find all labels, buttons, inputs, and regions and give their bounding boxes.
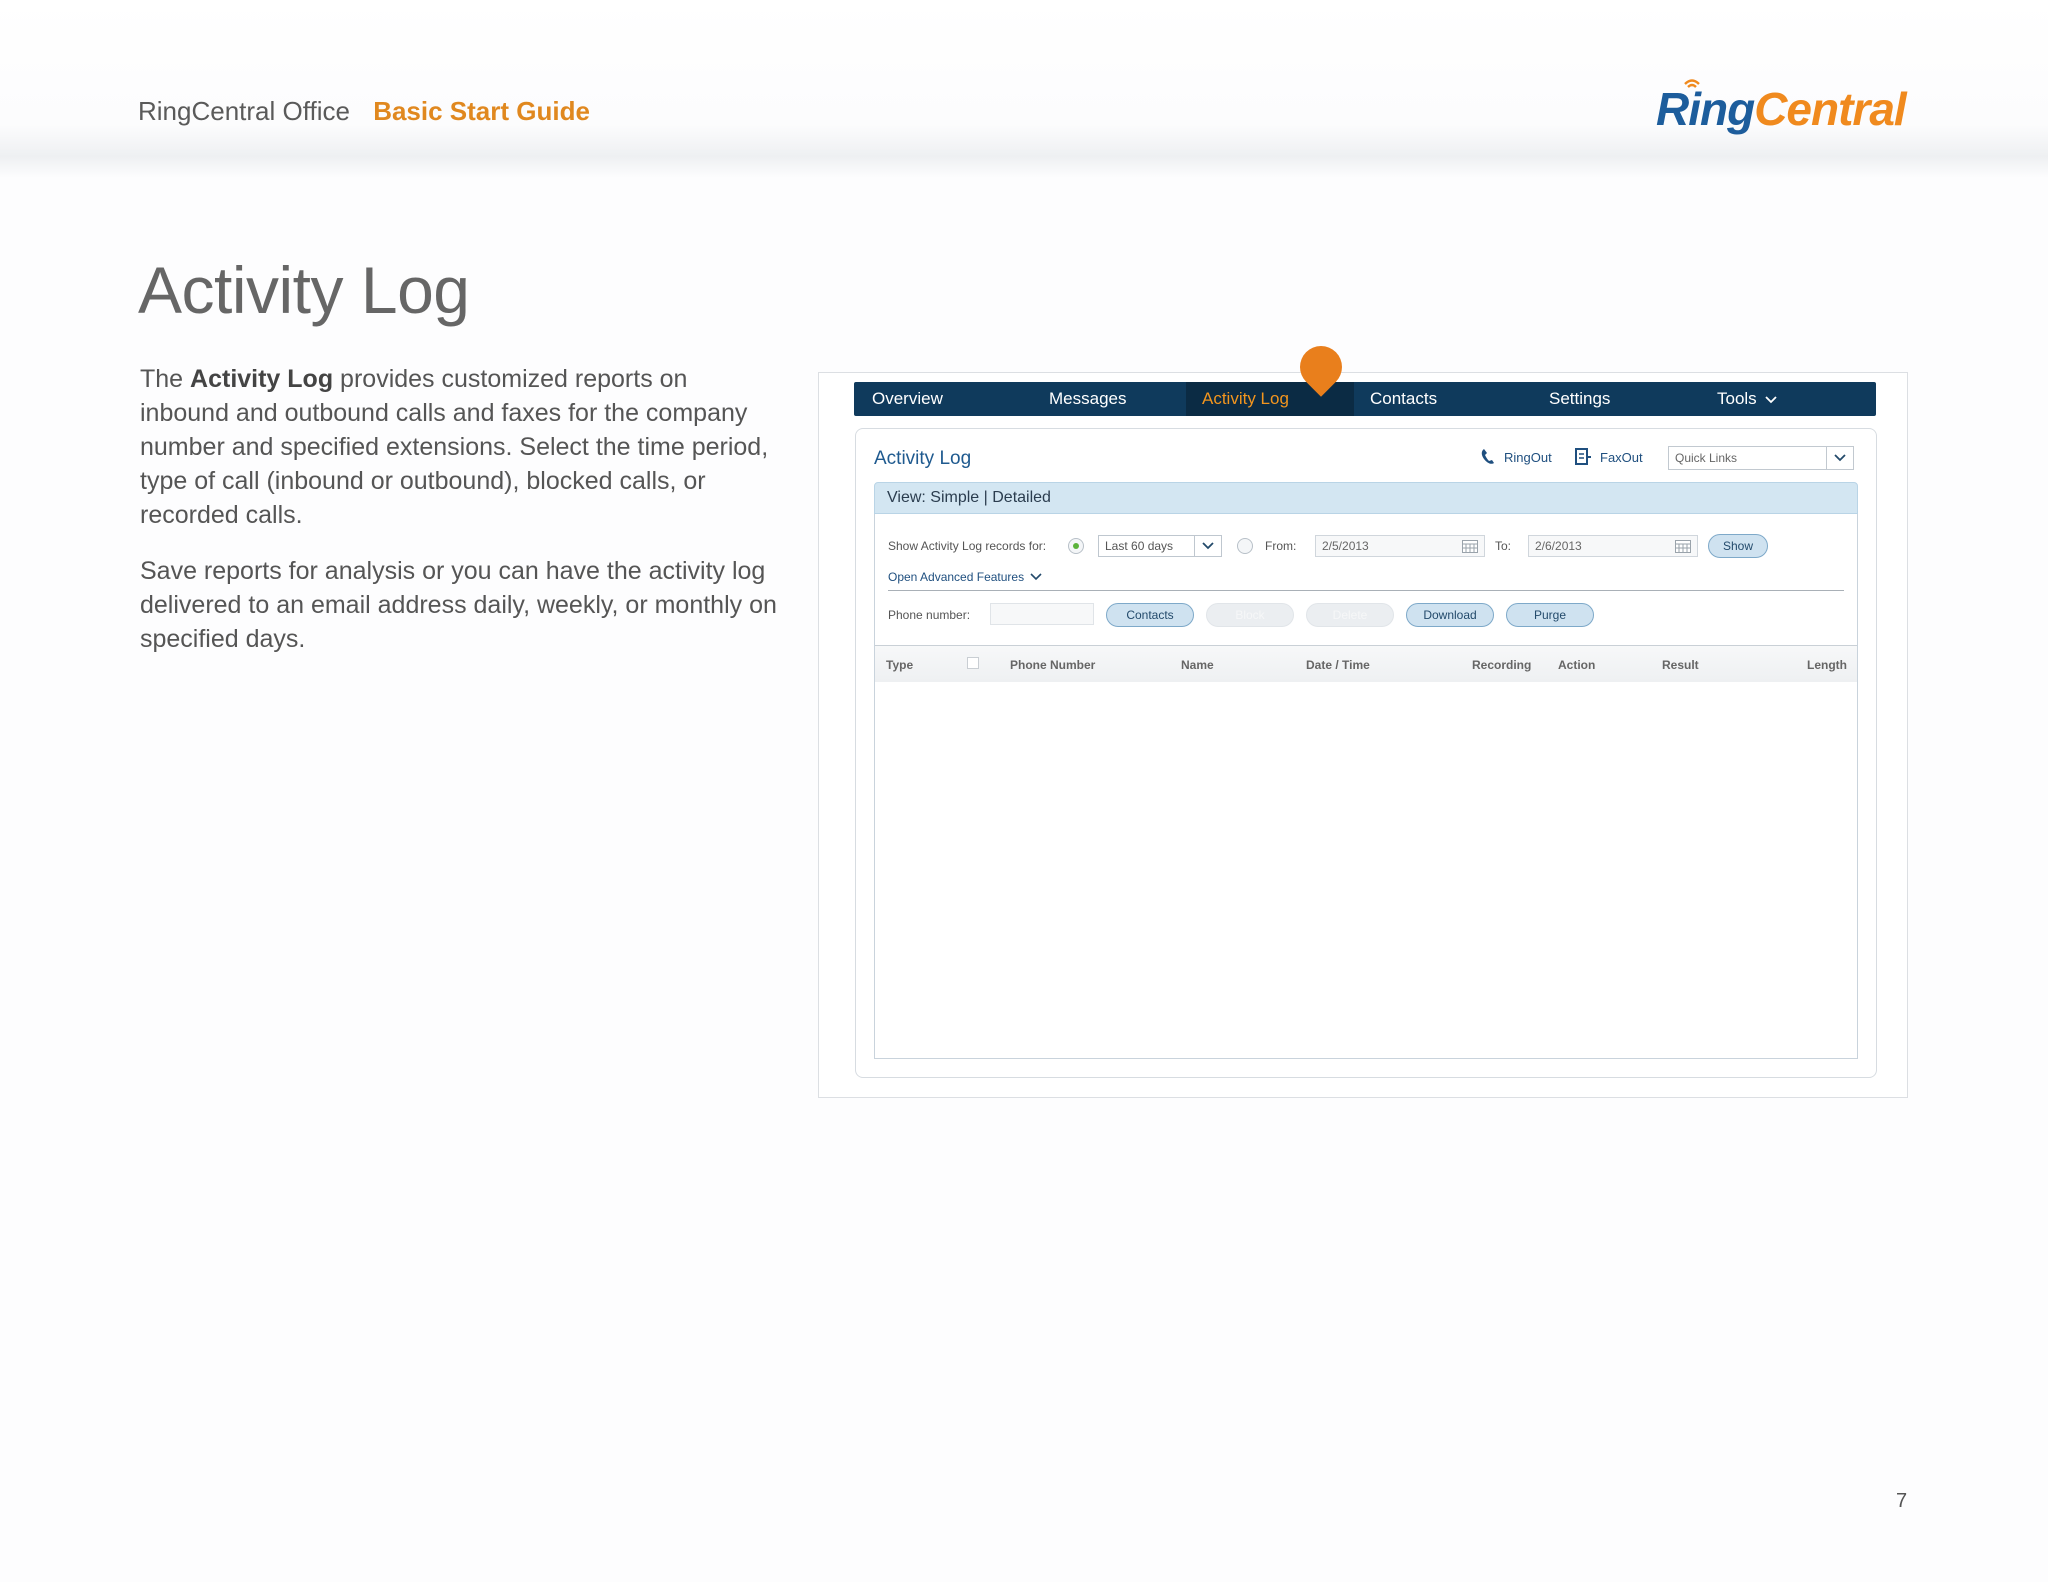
view-separator: | (979, 489, 993, 506)
to-label: To: (1495, 539, 1512, 553)
calendar-icon[interactable] (1462, 540, 1478, 553)
fax-icon (1575, 448, 1591, 465)
download-button[interactable]: Download (1406, 603, 1494, 627)
logo-central: Central (1754, 83, 1906, 135)
to-date-value: 2/6/2013 (1535, 539, 1582, 553)
para1-lead: The (140, 365, 191, 393)
content-box (874, 514, 1858, 1059)
body-text: The Activity Log provides customized rep… (140, 362, 780, 678)
select-all-checkbox[interactable] (967, 657, 979, 669)
block-button[interactable]: Block (1206, 603, 1294, 627)
delete-button[interactable]: Delete (1306, 603, 1394, 627)
advanced-features-link[interactable]: Open Advanced Features (888, 570, 1042, 584)
panel-title: Activity Log (874, 448, 972, 469)
col-recording[interactable]: Recording (1472, 658, 1531, 672)
period-radio[interactable] (1068, 538, 1084, 554)
col-phone-number[interactable]: Phone Number (1010, 658, 1095, 672)
tab-messages[interactable]: Messages (1020, 382, 1186, 416)
phone-number-input[interactable] (990, 603, 1094, 625)
quick-links-select[interactable]: Quick Links (1668, 446, 1854, 470)
paragraph-1: The Activity Log provides customized rep… (140, 362, 780, 532)
product-name: RingCentral Office (138, 96, 350, 126)
show-button[interactable]: Show (1708, 534, 1768, 558)
col-type[interactable]: Type (886, 658, 913, 672)
phone-icon (1481, 449, 1494, 464)
col-name[interactable]: Name (1181, 658, 1214, 672)
view-prefix: View: (887, 489, 931, 506)
advanced-features-label: Open Advanced Features (888, 570, 1025, 584)
col-result[interactable]: Result (1662, 658, 1699, 672)
main-nav: Overview Messages Activity Log Contacts … (854, 382, 1876, 416)
chevron-down-icon (1194, 536, 1221, 556)
chevron-down-icon (1826, 447, 1853, 469)
date-range-radio[interactable] (1237, 538, 1253, 554)
tab-overview[interactable]: Overview (854, 382, 1020, 416)
period-value: Last 60 days (1105, 539, 1174, 553)
col-length[interactable]: Length (1807, 658, 1847, 672)
ringcentral-logo: RingCentral (1656, 79, 1907, 136)
view-detailed-link[interactable]: Detailed (992, 489, 1051, 506)
view-simple-link[interactable]: Simple (930, 489, 979, 506)
chevron-down-icon (1765, 396, 1778, 404)
col-date-time[interactable]: Date / Time (1306, 658, 1370, 672)
ringout-link[interactable]: RingOut (1480, 448, 1552, 466)
from-label: From: (1265, 539, 1297, 553)
chevron-down-icon (1030, 573, 1042, 581)
guide-name: Basic Start Guide (373, 96, 590, 126)
ringout-label: RingOut (1504, 449, 1552, 465)
document-header: RingCentral Office Basic Start Guide (138, 96, 590, 127)
tab-tools[interactable]: Tools (1686, 382, 1876, 416)
col-action[interactable]: Action (1558, 658, 1595, 672)
page-title: Activity Log (138, 253, 470, 327)
page-number: 7 (1896, 1490, 1908, 1512)
calendar-icon[interactable] (1675, 540, 1691, 553)
tab-contacts[interactable]: Contacts (1354, 382, 1520, 416)
divider (888, 590, 1844, 591)
faxout-label: FaxOut (1600, 449, 1643, 465)
logo-ring: Ring (1656, 83, 1755, 135)
view-bar: View: Simple | Detailed (874, 482, 1858, 514)
paragraph-2: Save reports for analysis or you can hav… (140, 557, 777, 653)
from-date-value: 2/5/2013 (1322, 539, 1369, 553)
contacts-button[interactable]: Contacts (1106, 603, 1194, 627)
faxout-link[interactable]: FaxOut (1574, 448, 1643, 466)
quick-links-value: Quick Links (1675, 451, 1738, 465)
signal-icon (1684, 79, 1700, 88)
period-select[interactable]: Last 60 days (1098, 535, 1222, 557)
purge-button[interactable]: Purge (1506, 603, 1594, 627)
para1-bold: Activity Log (190, 365, 334, 393)
table-header: Type Phone Number Name Date / Time Recor… (875, 645, 1857, 682)
phone-number-label: Phone number: (888, 608, 971, 622)
show-records-label: Show Activity Log records for: (888, 539, 1047, 553)
tab-tools-label: Tools (1717, 389, 1757, 408)
to-date-field[interactable]: 2/6/2013 (1528, 535, 1698, 557)
tab-settings[interactable]: Settings (1520, 382, 1686, 416)
from-date-field[interactable]: 2/5/2013 (1315, 535, 1485, 557)
